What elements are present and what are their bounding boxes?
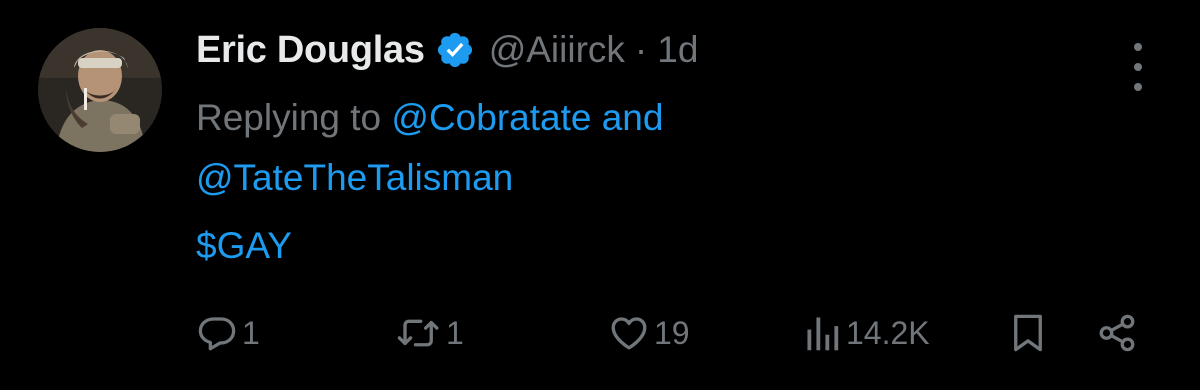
like-button[interactable]: 19: [608, 306, 690, 360]
user-handle[interactable]: @Aiiirck: [489, 29, 625, 71]
avatar[interactable]: [38, 28, 162, 152]
bookmark-icon: [1008, 312, 1048, 354]
replying-to-line-2: @TateTheTalisman: [196, 150, 513, 206]
reply-bubble-icon: [196, 312, 238, 354]
heart-icon: [608, 312, 650, 354]
tweet-card[interactable]: Eric Douglas @Aiiirck · 1d Replying to @…: [0, 0, 1200, 390]
tweet-header: Eric Douglas @Aiiirck · 1d: [196, 22, 698, 78]
reply-and-label[interactable]: and: [602, 97, 664, 138]
views-button[interactable]: 14.2K: [804, 306, 930, 360]
more-vertical-icon[interactable]: [1118, 30, 1158, 104]
verified-badge-icon: [435, 30, 475, 70]
cashtag-link[interactable]: $GAY: [196, 225, 292, 266]
retweet-button[interactable]: 1: [396, 306, 464, 360]
reply-count: 1: [242, 314, 260, 351]
timestamp[interactable]: 1d: [657, 29, 698, 71]
retweet-icon: [396, 312, 442, 354]
bar-chart-icon: [804, 312, 842, 354]
replying-to-label: Replying to: [196, 97, 382, 138]
reply-mention-tatethetalisman[interactable]: @TateTheTalisman: [196, 157, 513, 198]
like-count: 19: [654, 314, 690, 351]
share-button[interactable]: [1096, 306, 1138, 360]
display-name[interactable]: Eric Douglas: [196, 29, 425, 72]
reply-mention-cobratate[interactable]: @Cobratate: [391, 97, 591, 138]
separator-dot: ·: [634, 29, 648, 70]
bookmark-button[interactable]: [1008, 306, 1048, 360]
share-icon: [1096, 312, 1138, 354]
views-count: 14.2K: [846, 314, 930, 351]
replying-to-line: Replying to @Cobratate and: [196, 90, 663, 146]
reply-button[interactable]: 1: [196, 306, 260, 360]
retweet-count: 1: [446, 314, 464, 351]
tweet-text: $GAY: [196, 218, 292, 274]
